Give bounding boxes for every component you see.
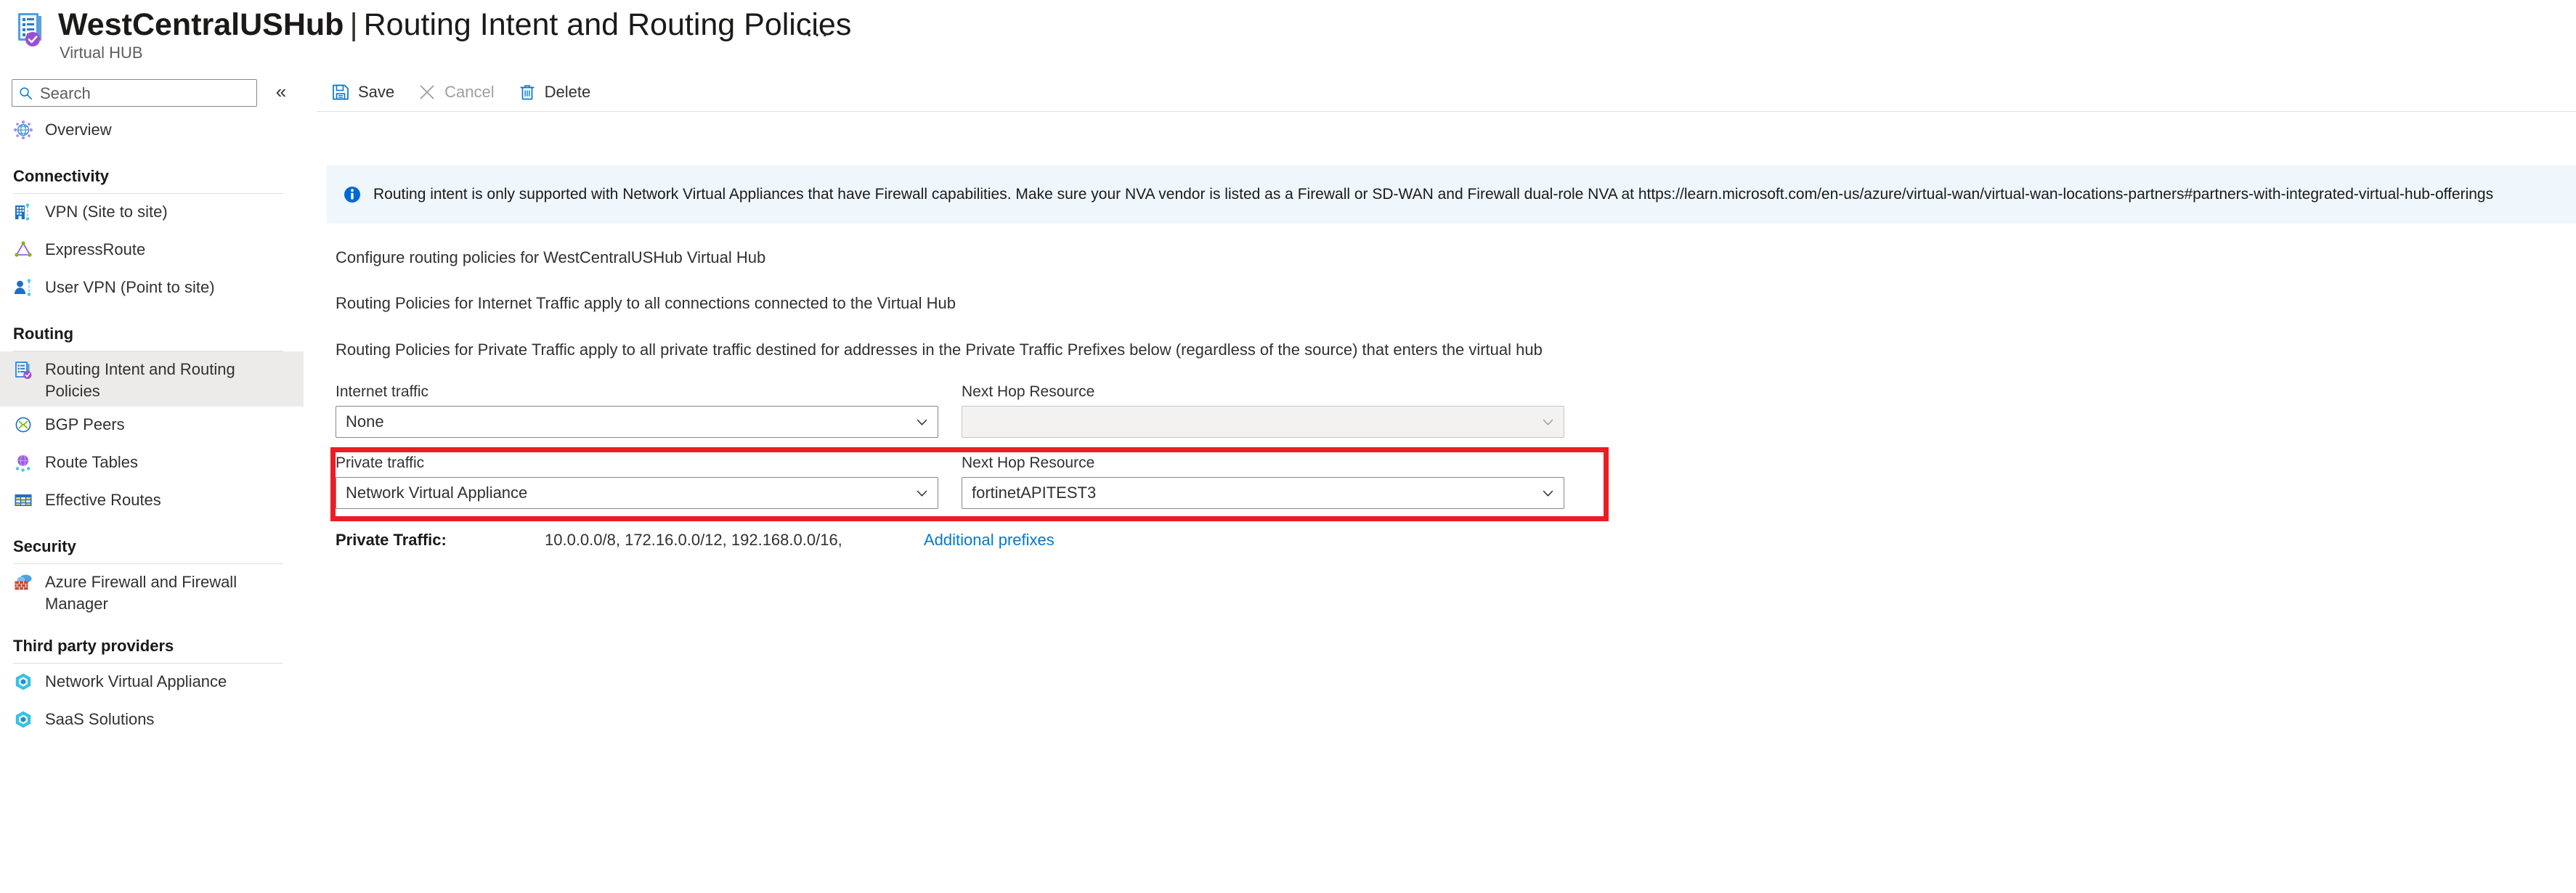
sidebar-item-vpn-site-to-site[interactable]: VPN (Site to site) (0, 194, 304, 232)
bgp-peers-icon (13, 415, 33, 435)
internet-next-hop-label: Next Hop Resource (962, 383, 1564, 401)
sidebar-group-title: Connectivity (13, 166, 290, 187)
sidebar: « Ov (0, 73, 304, 893)
private-next-hop-label: Next Hop Resource (962, 454, 1564, 473)
delete-button[interactable]: Delete (508, 76, 601, 108)
page-title-separator: | (344, 7, 363, 42)
sidebar-item-label: User VPN (Point to site) (45, 274, 215, 298)
sidebar-item-label: VPN (Site to site) (45, 198, 168, 223)
saas-solutions-icon (13, 709, 33, 730)
internet-traffic-field: Internet traffic None (336, 383, 938, 438)
sidebar-group-title: Third party providers (13, 635, 290, 657)
sidebar-group-routing: Routing (0, 307, 304, 351)
sidebar-item-bgp-peers[interactable]: BGP Peers (0, 407, 304, 444)
search-box[interactable] (12, 79, 257, 107)
sidebar-item-label: ExpressRoute (45, 236, 145, 261)
private-traffic-label: Private traffic (336, 454, 938, 473)
private-next-hop-value: fortinetAPITEST3 (972, 478, 1096, 508)
page-title-blade: Routing Intent and Routing Policies (364, 7, 852, 42)
sidebar-group-connectivity: Connectivity (0, 150, 304, 194)
virtual-hub-icon (16, 12, 49, 48)
sidebar-item-label: SaaS Solutions (45, 706, 154, 730)
sidebar-item-label: Overview (45, 116, 112, 141)
save-button-label: Save (358, 83, 394, 102)
sidebar-item-label: Routing Intent and Routing Policies (45, 356, 263, 402)
internet-traffic-value: None (346, 407, 384, 437)
expressroute-icon (13, 240, 33, 260)
chevron-down-icon (915, 415, 929, 429)
info-banner-text: Routing intent is only supported with Ne… (373, 185, 2493, 204)
private-traffic-summary-label: Private Traffic: (336, 530, 447, 550)
route-tables-icon (13, 452, 33, 473)
private-traffic-value: Network Virtual Appliance (346, 478, 527, 508)
chevron-down-icon (915, 486, 929, 500)
page-title-resource: WestCentralUSHub (58, 7, 344, 42)
private-traffic-row: Private traffic Network Virtual Applianc… (336, 454, 1599, 523)
internet-traffic-select[interactable]: None (336, 406, 938, 438)
routing-intent-icon (13, 359, 33, 380)
sidebar-item-user-vpn[interactable]: User VPN (Point to site) (0, 269, 304, 307)
private-traffic-select[interactable]: Network Virtual Appliance (336, 477, 938, 509)
sidebar-item-label: Network Virtual Appliance (45, 668, 227, 693)
sidebar-item-network-virtual-appliance[interactable]: Network Virtual Appliance (0, 664, 304, 701)
vpn-site-to-site-icon (13, 202, 33, 222)
internet-next-hop-select (962, 406, 1564, 438)
sidebar-item-label: BGP Peers (45, 411, 125, 436)
sidebar-item-label: Route Tables (45, 449, 138, 473)
search-icon (19, 86, 33, 100)
save-disk-icon (331, 83, 350, 102)
sidebar-item-route-tables[interactable]: Route Tables (0, 444, 304, 482)
sidebar-item-saas-solutions[interactable]: SaaS Solutions (0, 701, 304, 739)
cancel-button[interactable]: Cancel (407, 76, 504, 108)
chevron-down-icon (1541, 486, 1555, 500)
sidebar-item-expressroute[interactable]: ExpressRoute (0, 232, 304, 269)
close-x-icon (418, 83, 436, 102)
private-traffic-prefixes: 10.0.0.0/8, 172.16.0.0/12, 192.168.0.0/1… (545, 530, 842, 550)
user-vpn-icon (13, 277, 33, 298)
sidebar-group-title: Routing (13, 323, 290, 345)
sidebar-item-label: Effective Routes (45, 486, 161, 511)
sidebar-item-label: Azure Firewall and Firewall Manager (45, 568, 263, 615)
sidebar-group-security: Security (0, 520, 304, 564)
internet-traffic-row: Internet traffic None Next Hop Resource (336, 383, 1599, 452)
chevron-down-icon (1541, 415, 1555, 429)
page-subtitle: Virtual HUB (60, 44, 143, 62)
effective-routes-icon (13, 490, 33, 510)
sidebar-nav-list: Overview Connectivity (0, 112, 304, 739)
sidebar-group-third-party-providers: Third party providers (0, 619, 304, 664)
cancel-button-label: Cancel (444, 83, 494, 102)
additional-prefixes-link[interactable]: Additional prefixes (924, 530, 1055, 550)
sidebar-group-title: Security (13, 536, 290, 558)
delete-button-label: Delete (545, 83, 591, 102)
description-paragraph-1: Configure routing policies for WestCentr… (336, 248, 765, 268)
nva-icon (13, 672, 33, 692)
sidebar-item-routing-intent-and-routing-policies[interactable]: Routing Intent and Routing Policies (0, 351, 304, 407)
description-paragraph-2: Routing Policies for Internet Traffic ap… (336, 293, 956, 314)
trash-icon (518, 83, 537, 102)
info-circle-icon (343, 185, 362, 204)
sidebar-item-overview[interactable]: Overview (0, 112, 304, 150)
private-next-hop-select[interactable]: fortinetAPITEST3 (962, 477, 1564, 509)
internet-traffic-label: Internet traffic (336, 383, 938, 401)
description-paragraph-3: Routing Policies for Private Traffic app… (336, 340, 1543, 360)
info-banner: Routing intent is only supported with Ne… (327, 166, 2576, 224)
command-bar: Save Cancel De (304, 73, 2576, 111)
search-input[interactable] (38, 80, 253, 107)
divider (317, 111, 2576, 112)
private-traffic-field: Private traffic Network Virtual Applianc… (336, 454, 938, 509)
overview-globe-icon (13, 120, 33, 140)
sidebar-item-azure-firewall-and-firewall-manager[interactable]: Azure Firewall and Firewall Manager (0, 564, 304, 619)
azure-firewall-icon (13, 572, 33, 592)
collapse-sidebar-icon[interactable]: « (270, 81, 292, 103)
page-header: WestCentralUSHub|Routing Intent and Rout… (0, 0, 2576, 73)
internet-next-hop-field: Next Hop Resource (962, 383, 1564, 438)
sidebar-item-effective-routes[interactable]: Effective Routes (0, 482, 304, 520)
more-menu-icon[interactable]: … (799, 13, 837, 44)
page-title: WestCentralUSHub|Routing Intent and Rout… (58, 6, 851, 44)
save-button[interactable]: Save (321, 76, 405, 108)
private-next-hop-field: Next Hop Resource fortinetAPITEST3 (962, 454, 1564, 509)
